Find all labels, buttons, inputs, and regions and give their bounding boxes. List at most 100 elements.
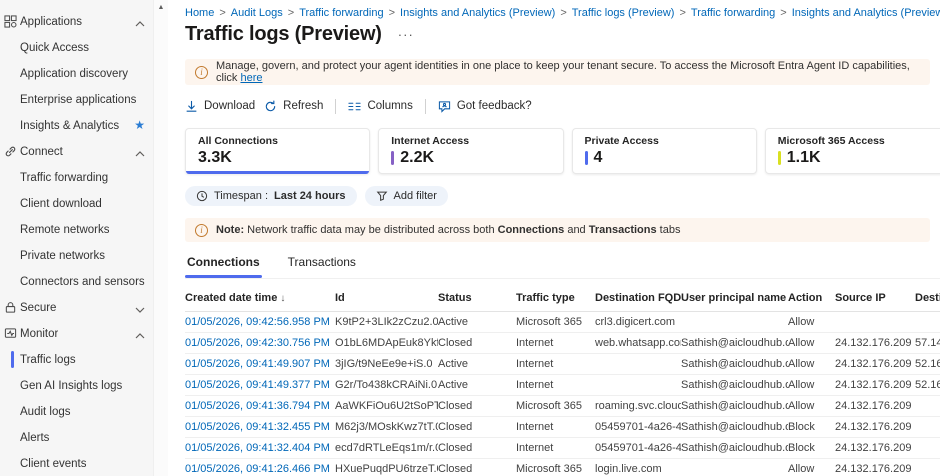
add-filter-pill[interactable]: Add filter: [365, 186, 448, 206]
cell-upn: Sathish@aicloudhub.o...: [681, 358, 788, 370]
table-row[interactable]: 01/05/2026, 09:42:30.756 PMO1bL6MDApEuk8…: [185, 333, 940, 354]
table-body: 01/05/2026, 09:42:56.958 PMK9tP2+3LIk2zC…: [185, 312, 940, 476]
feedback-icon: [438, 100, 451, 113]
sidebar-item-monitor[interactable]: Monitor: [0, 321, 153, 347]
refresh-icon: [264, 100, 277, 113]
banner-here-link[interactable]: here: [240, 72, 262, 84]
breadcrumb-separator: >: [389, 7, 395, 19]
cell-date[interactable]: 01/05/2026, 09:41:26.466 PM: [185, 463, 335, 475]
refresh-button[interactable]: Refresh: [264, 100, 323, 113]
timespan-filter-pill[interactable]: Timespan : Last 24 hours: [185, 186, 357, 206]
sidebar-item-label: Traffic forwarding: [20, 172, 108, 184]
sidebar-item-enterprise-applications[interactable]: Enterprise applications: [0, 87, 153, 113]
sidebar-item-application-discovery[interactable]: Application discovery: [0, 61, 153, 87]
sidebar-item-label: Applications: [20, 16, 82, 28]
breadcrumb-link-traffic-forwarding[interactable]: Traffic forwarding: [299, 7, 383, 19]
cell-upn: Sathish@aicloudhub.o...: [681, 442, 788, 454]
column-header-traffic-type[interactable]: Traffic type: [516, 292, 595, 304]
card-microsoft-365-access[interactable]: Microsoft 365 Access 1.1K: [765, 128, 940, 174]
column-header-created-date-time[interactable]: Created date time↓: [185, 292, 335, 304]
toolbar-button-label: Download: [204, 100, 255, 112]
card-internet-access[interactable]: Internet Access 2.2K: [378, 128, 563, 174]
download-button[interactable]: Download: [185, 100, 255, 113]
sidebar-item-label: Alerts: [20, 432, 49, 444]
tab-strip: Connections Transactions: [185, 248, 940, 279]
table-row[interactable]: 01/05/2026, 09:41:36.794 PMAaWKFiOu6U2tS…: [185, 396, 940, 417]
sidebar-item-audit-logs[interactable]: Audit logs: [0, 399, 153, 425]
table-row[interactable]: 01/05/2026, 09:41:49.377 PMG2r/To438kCRA…: [185, 375, 940, 396]
sidebar-item-gen-ai-insights-logs[interactable]: Gen AI Insights logs: [0, 373, 153, 399]
chevron-up-icon[interactable]: [135, 148, 145, 160]
cell-date[interactable]: 01/05/2026, 09:41:49.377 PM: [185, 379, 335, 391]
cell-date[interactable]: 01/05/2026, 09:42:30.756 PM: [185, 337, 335, 349]
cell-id: K9tP2+3LIk2zCzu2.0: [335, 316, 438, 328]
sidebar-scrollbar[interactable]: ▲: [153, 0, 168, 476]
cell-traffic: Internet: [516, 358, 595, 370]
breadcrumb-link-insights-and-analytics-preview[interactable]: Insights and Analytics (Preview): [792, 7, 940, 19]
tab-transactions[interactable]: Transactions: [286, 248, 358, 278]
sidebar-item-traffic-forwarding[interactable]: Traffic forwarding: [0, 165, 153, 191]
table-header-row: Created date time↓IdStatusTraffic typeDe…: [185, 285, 940, 312]
sidebar-item-insights-analytics[interactable]: Insights & Analytics★: [0, 113, 153, 139]
cell-traffic: Internet: [516, 421, 595, 433]
sidebar-item-applications[interactable]: Applications: [0, 9, 153, 35]
card-label: Microsoft 365 Access: [778, 135, 937, 147]
sidebar-item-remote-networks[interactable]: Remote networks: [0, 217, 153, 243]
cell-date[interactable]: 01/05/2026, 09:41:32.455 PM: [185, 421, 335, 433]
cell-date[interactable]: 01/05/2026, 09:41:49.907 PM: [185, 358, 335, 370]
sidebar-item-alerts[interactable]: Alerts: [0, 425, 153, 451]
column-header-action[interactable]: Action: [788, 292, 835, 304]
chevron-up-icon[interactable]: [135, 330, 145, 342]
cell-status: Active: [438, 379, 516, 391]
table-row[interactable]: 01/05/2026, 09:42:56.958 PMK9tP2+3LIk2zC…: [185, 312, 940, 333]
sidebar-item-label: Secure: [20, 302, 56, 314]
sidebar-item-traffic-logs[interactable]: Traffic logs: [0, 347, 153, 373]
card-private-access[interactable]: Private Access 4: [572, 128, 757, 174]
column-header-status[interactable]: Status: [438, 292, 516, 304]
sidebar-item-label: Private networks: [20, 250, 105, 262]
breadcrumb-link-home[interactable]: Home: [185, 7, 214, 19]
column-header-destination-ip[interactable]: Destination IP: [915, 292, 940, 304]
column-header-id[interactable]: Id: [335, 292, 438, 304]
cell-upn: Sathish@aicloudhub.o...: [681, 379, 788, 391]
cell-date[interactable]: 01/05/2026, 09:42:56.958 PM: [185, 316, 335, 328]
toolbar-button-label: Columns: [367, 100, 412, 112]
chevron-down-icon[interactable]: [135, 304, 145, 316]
breadcrumb-link-traffic-forwarding[interactable]: Traffic forwarding: [691, 7, 775, 19]
breadcrumb-link-traffic-logs-preview[interactable]: Traffic logs (Preview): [572, 7, 675, 19]
table-row[interactable]: 01/05/2026, 09:41:26.466 PMHXuePuqdPU6tr…: [185, 459, 940, 476]
star-icon[interactable]: ★: [134, 118, 145, 132]
tab-connections[interactable]: Connections: [185, 248, 262, 278]
cell-dest_ip: 52.168.: [915, 379, 940, 391]
sidebar-item-connect[interactable]: Connect: [0, 139, 153, 165]
sidebar-item-client-events[interactable]: Client events: [0, 451, 153, 476]
got-feedback-button[interactable]: Got feedback?: [438, 100, 532, 113]
sidebar-item-label: Client download: [20, 198, 102, 210]
table-row[interactable]: 01/05/2026, 09:41:49.907 PM3jIG/t9NeEe9e…: [185, 354, 940, 375]
columns-button[interactable]: Columns: [348, 100, 412, 113]
cell-id: AaWKFiOu6U2tSoPT.0: [335, 400, 438, 412]
table-row[interactable]: 01/05/2026, 09:41:32.404 PMecd7dRTLeEqs1…: [185, 438, 940, 459]
scroll-up-icon[interactable]: ▲: [154, 4, 168, 11]
sidebar-item-connectors-and-sensors[interactable]: Connectors and sensors: [0, 269, 153, 295]
cell-date[interactable]: 01/05/2026, 09:41:32.404 PM: [185, 442, 335, 454]
card-all-connections[interactable]: All Connections 3.3K: [185, 128, 370, 174]
table-row[interactable]: 01/05/2026, 09:41:32.455 PMM62j3/MOskKwz…: [185, 417, 940, 438]
sidebar-item-private-networks[interactable]: Private networks: [0, 243, 153, 269]
cell-date[interactable]: 01/05/2026, 09:41:36.794 PM: [185, 400, 335, 412]
banner-text: Manage, govern, and protect your agent i…: [216, 60, 920, 84]
info-icon: i: [195, 224, 208, 237]
sidebar-item-secure[interactable]: Secure: [0, 295, 153, 321]
card-value: 2.2K: [400, 149, 434, 167]
breadcrumb-link-insights-and-analytics-preview[interactable]: Insights and Analytics (Preview): [400, 7, 555, 19]
sidebar-item-quick-access[interactable]: Quick Access: [0, 35, 153, 61]
sidebar-item-client-download[interactable]: Client download: [0, 191, 153, 217]
column-header-user-principal-name[interactable]: User principal name: [681, 292, 788, 304]
breadcrumb-link-audit-logs[interactable]: Audit Logs: [231, 7, 283, 19]
column-header-source-ip[interactable]: Source IP: [835, 292, 915, 304]
more-menu-button[interactable]: ···: [398, 27, 414, 42]
cell-action: Allow: [788, 379, 835, 391]
column-header-destination-fqdn[interactable]: Destination FQDN: [595, 292, 681, 304]
chevron-up-icon[interactable]: [135, 18, 145, 30]
sidebar-item-label: Connectors and sensors: [20, 276, 145, 288]
